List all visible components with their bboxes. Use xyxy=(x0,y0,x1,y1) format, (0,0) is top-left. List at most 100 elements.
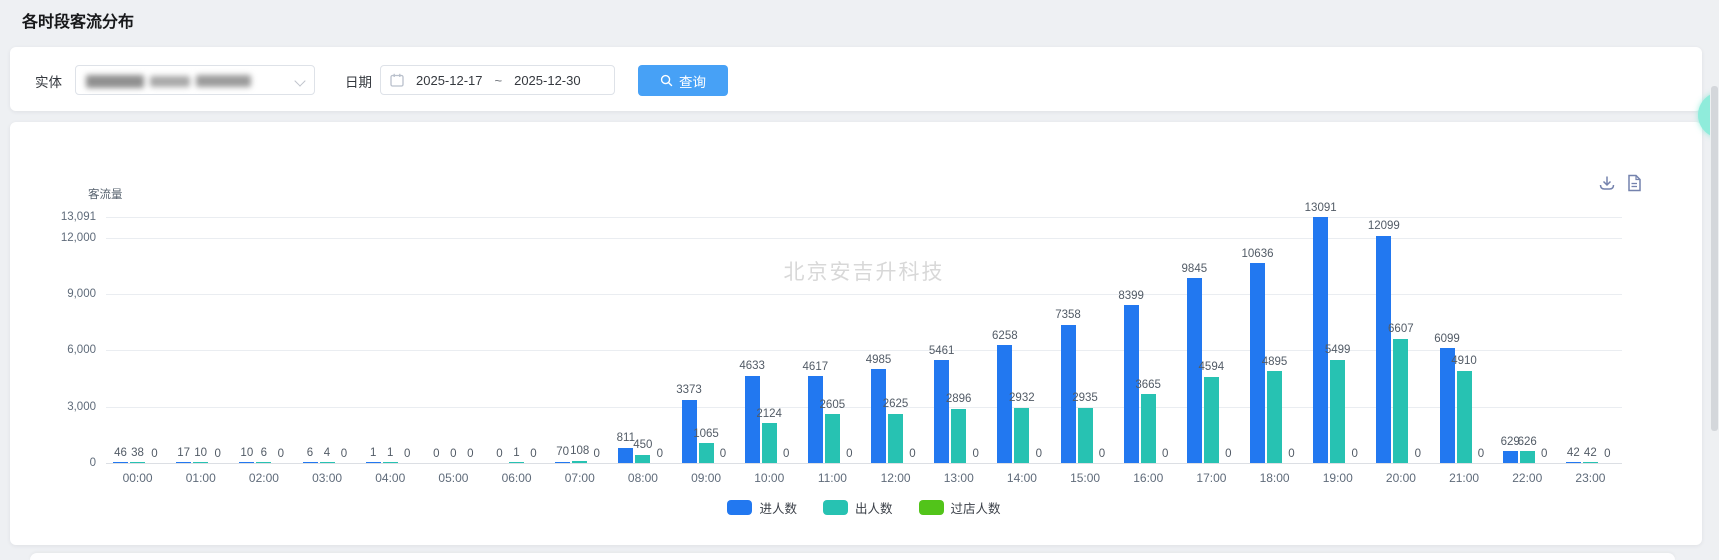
bar-value-label-exit: 0 xyxy=(450,449,456,461)
bar-value-label-enter: 17 xyxy=(177,448,190,460)
entity-select[interactable] xyxy=(75,65,315,95)
y-axis-tick-label: 12,000 xyxy=(61,232,96,244)
bar-value-label-exit: 10 xyxy=(194,448,207,460)
bar-value-label-enter: 4985 xyxy=(866,355,892,367)
bar-enter[interactable] xyxy=(366,462,381,463)
bar-exit[interactable] xyxy=(888,414,903,463)
bar-enter[interactable] xyxy=(871,369,886,463)
report-document-icon[interactable] xyxy=(1625,174,1643,192)
passenger-flow-page: 各时段客流分布 实体 日期 2025-12-17 ~ 2025-12-30 查询 xyxy=(0,0,1719,560)
bar-value-label-enter: 70 xyxy=(556,447,569,459)
bar-exit[interactable] xyxy=(825,414,840,463)
bar-group-17:00: 98454594017:00 xyxy=(1180,217,1243,463)
bar-value-label-exit: 4895 xyxy=(1262,357,1288,369)
bar-value-label-pass: 0 xyxy=(404,449,410,461)
bar-exit[interactable] xyxy=(762,423,777,463)
x-axis-label: 06:00 xyxy=(485,471,548,485)
download-icon[interactable] xyxy=(1598,174,1616,192)
x-axis-label: 01:00 xyxy=(169,471,232,485)
bar-enter[interactable] xyxy=(808,376,823,463)
bar-group-22:00: 629626022:00 xyxy=(1496,217,1559,463)
scrollbar-thumb[interactable] xyxy=(1711,86,1718,431)
bar-group-10:00: 46332124010:00 xyxy=(738,217,801,463)
bar-exit[interactable] xyxy=(572,461,587,463)
bar-enter[interactable] xyxy=(1566,462,1581,463)
bar-group-23:00: 4242023:00 xyxy=(1559,217,1622,463)
bar-value-label-exit: 6 xyxy=(261,448,267,460)
bar-exit[interactable] xyxy=(1520,451,1535,463)
date-separator: ~ xyxy=(495,73,503,88)
bar-value-label-enter: 13091 xyxy=(1305,203,1337,215)
bar-value-label-enter: 42 xyxy=(1567,448,1580,460)
bar-value-label-pass: 0 xyxy=(972,449,978,461)
x-axis-label: 14:00 xyxy=(990,471,1053,485)
bar-exit[interactable] xyxy=(320,462,335,463)
bar-exit[interactable] xyxy=(1330,360,1345,463)
query-button[interactable]: 查询 xyxy=(638,65,728,96)
bar-value-label-pass: 0 xyxy=(1478,449,1484,461)
legend-item-pass[interactable]: 过店人数 xyxy=(919,498,1001,517)
bar-value-label-enter: 4617 xyxy=(803,362,829,374)
y-axis-tick-label: 3,000 xyxy=(67,401,96,413)
legend-item-exit[interactable]: 出人数 xyxy=(823,498,893,517)
x-axis-label: 05:00 xyxy=(422,471,485,485)
filter-card: 实体 日期 2025-12-17 ~ 2025-12-30 查询 xyxy=(10,47,1702,111)
bar-value-label-enter: 4633 xyxy=(739,361,765,373)
bar-exit[interactable] xyxy=(1393,339,1408,463)
bar-exit[interactable] xyxy=(1583,462,1598,463)
bar-enter[interactable] xyxy=(239,462,254,463)
bar-exit[interactable] xyxy=(1204,377,1219,463)
bar-group-14:00: 62582932014:00 xyxy=(990,217,1053,463)
bar-enter[interactable] xyxy=(618,448,633,463)
legend-item-enter[interactable]: 进人数 xyxy=(727,498,797,517)
bar-exit[interactable] xyxy=(1457,371,1472,463)
bar-value-label-exit: 2124 xyxy=(756,409,782,421)
bar-enter[interactable] xyxy=(555,462,570,463)
bar-group-05:00: 00005:00 xyxy=(422,217,485,463)
bar-group-18:00: 106364895018:00 xyxy=(1243,217,1306,463)
bar-value-label-pass: 0 xyxy=(214,449,220,461)
legend-swatch-enter xyxy=(727,500,752,515)
bar-group-15:00: 73582935015:00 xyxy=(1054,217,1117,463)
bar-exit[interactable] xyxy=(1141,394,1156,463)
bar-value-label-pass: 0 xyxy=(1541,449,1547,461)
legend-swatch-pass xyxy=(919,500,944,515)
bar-exit[interactable] xyxy=(130,462,145,463)
bar-value-label-enter: 811 xyxy=(617,433,635,445)
bar-exit[interactable] xyxy=(951,409,966,463)
bar-exit[interactable] xyxy=(193,462,208,463)
bar-enter[interactable] xyxy=(934,360,949,463)
bar-exit[interactable] xyxy=(383,462,398,463)
bar-enter[interactable] xyxy=(113,462,128,463)
date-start-input[interactable]: 2025-12-17 xyxy=(416,73,483,88)
date-label: 日期 xyxy=(345,71,372,91)
bar-enter[interactable] xyxy=(303,462,318,463)
bar-value-label-pass: 0 xyxy=(1604,449,1610,461)
x-axis-label: 03:00 xyxy=(296,471,359,485)
entity-select-value-redacted xyxy=(86,73,256,89)
bar-group-09:00: 33731065009:00 xyxy=(675,217,738,463)
date-range-picker[interactable]: 2025-12-17 ~ 2025-12-30 xyxy=(380,65,615,95)
bar-exit[interactable] xyxy=(1267,371,1282,463)
bar-group-19:00: 130915499019:00 xyxy=(1306,217,1369,463)
bar-value-label-pass: 0 xyxy=(151,449,157,461)
x-axis-label: 22:00 xyxy=(1496,471,1559,485)
bar-group-16:00: 83993665016:00 xyxy=(1117,217,1180,463)
bar-value-label-pass: 0 xyxy=(1036,449,1042,461)
bar-enter[interactable] xyxy=(1376,236,1391,463)
bar-exit[interactable] xyxy=(509,462,524,463)
legend-label-pass: 过店人数 xyxy=(951,498,1001,517)
bar-value-label-exit: 6607 xyxy=(1388,324,1414,336)
bar-enter[interactable] xyxy=(1503,451,1518,463)
bar-exit[interactable] xyxy=(256,462,271,463)
bar-exit[interactable] xyxy=(635,455,650,463)
bar-enter[interactable] xyxy=(176,462,191,463)
date-end-input[interactable]: 2025-12-30 xyxy=(514,73,581,88)
bar-group-13:00: 54612896013:00 xyxy=(927,217,990,463)
bar-exit[interactable] xyxy=(1014,408,1029,463)
gridline xyxy=(106,463,1622,464)
bar-exit[interactable] xyxy=(1078,408,1093,463)
x-axis-label: 00:00 xyxy=(106,471,169,485)
bar-exit[interactable] xyxy=(699,443,714,463)
bar-enter[interactable] xyxy=(1313,217,1328,463)
